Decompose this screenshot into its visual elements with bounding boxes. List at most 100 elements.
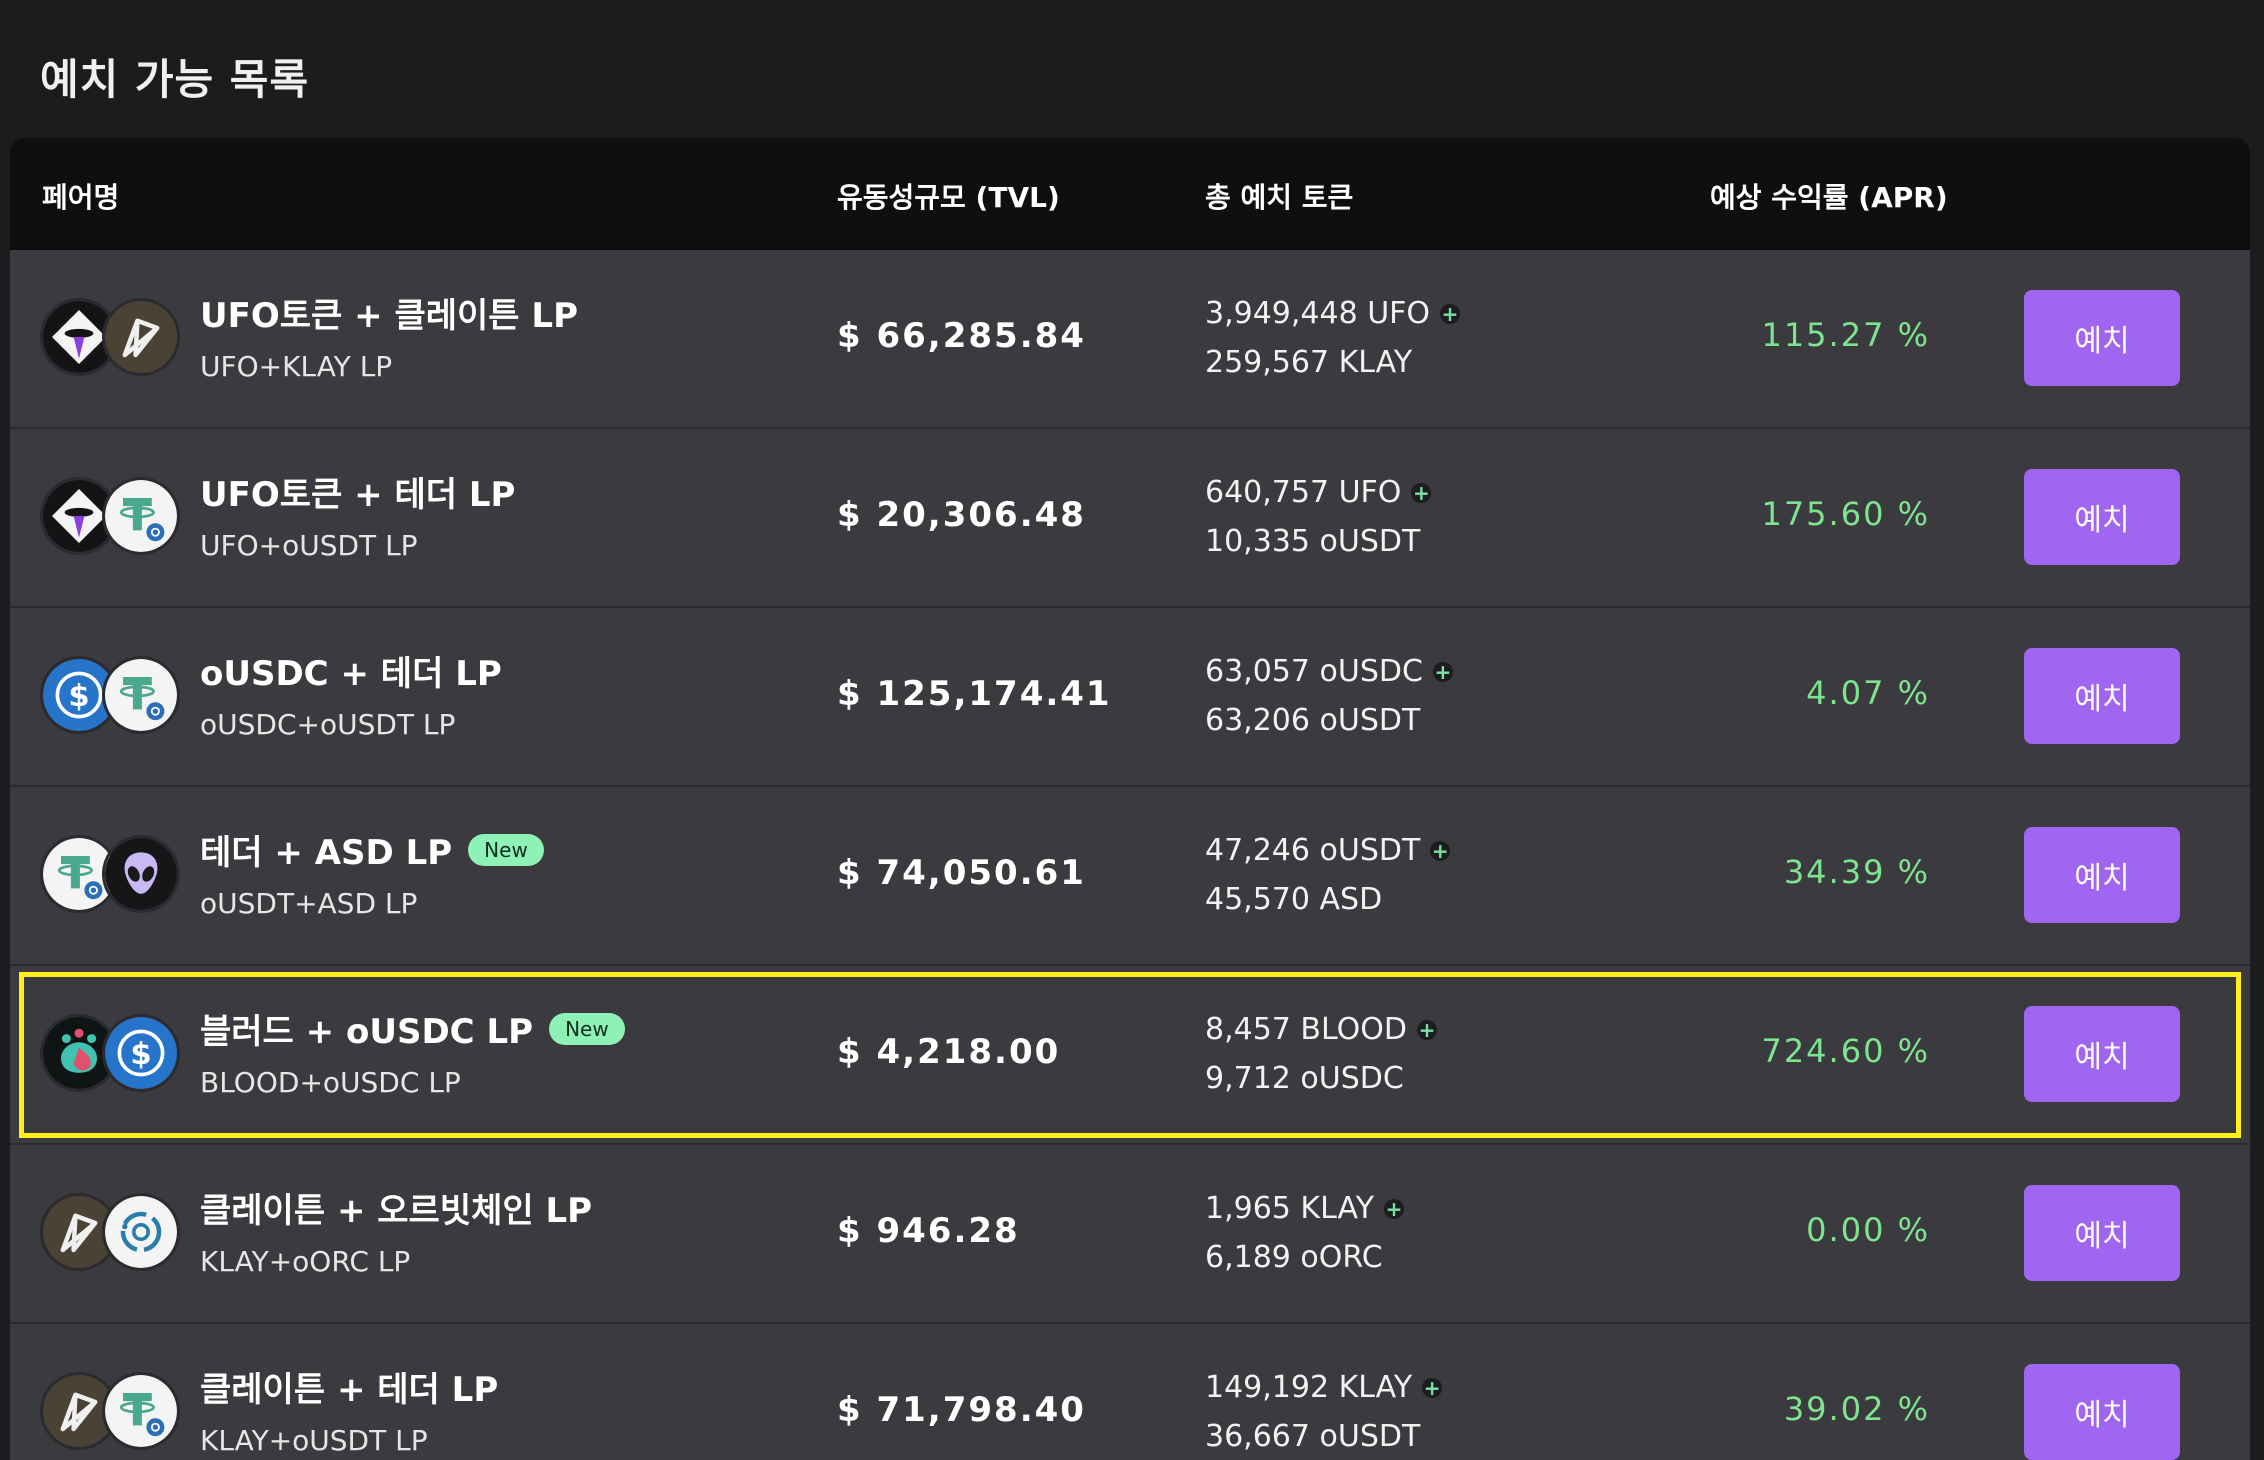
pair-icons [40, 298, 200, 380]
token-amount-1: 640,757 UFO + [1205, 475, 1432, 510]
page-title: 예치 가능 목록 [40, 55, 310, 104]
pair-name-label: 클레이튼 + 테더 LP [200, 1370, 499, 1410]
plus-icon[interactable]: + [1416, 1019, 1437, 1040]
asd-alien-icon [102, 835, 180, 913]
orbit-chain-icon [102, 1193, 180, 1271]
table-body: UFO토큰 + 클레이튼 LP UFO+KLAY LP $ 66,285.84 … [10, 250, 2250, 1460]
deposit-button[interactable]: 예치 [2024, 1185, 2180, 1281]
plus-icon[interactable]: + [1422, 1377, 1443, 1398]
pair-icons [40, 1372, 200, 1454]
table-row: UFO토큰 + 클레이튼 LP UFO+KLAY LP $ 66,285.84 … [10, 250, 2250, 429]
token-amount-1-label: 8,457 BLOOD [1205, 1012, 1407, 1047]
pair-name: 블러드 + oUSDC LP New [200, 1004, 625, 1053]
token-amount-2: 36,667 oUSDT [1205, 1419, 1421, 1454]
tvl-value: $ 946.28 [837, 1211, 1020, 1251]
table-row: 클레이튼 + 오르빗체인 LP KLAY+oORC LP $ 946.28 1,… [10, 1145, 2250, 1324]
token-amount-1-label: 640,757 UFO [1205, 475, 1402, 510]
token-amount-1-label: 3,949,448 UFO [1205, 296, 1431, 331]
pair-name-label: oUSDC + 테더 LP [200, 654, 502, 694]
token-amount-2: 259,567 KLAY [1205, 345, 1413, 380]
pair-icons: $ [40, 656, 200, 738]
pair-icons [40, 835, 200, 917]
usdc-token-icon: $ [102, 1014, 180, 1092]
plus-icon[interactable]: + [1432, 661, 1453, 682]
new-badge: New [549, 1012, 625, 1045]
table-row: 클레이튼 + 테더 LP KLAY+oUSDT LP $ 71,798.40 1… [10, 1324, 2250, 1460]
deposit-button[interactable]: 예치 [2024, 648, 2180, 744]
pool-table: 페어명 유동성규모 (TVL) 총 예치 토큰 예상 수익률 (APR) UFO… [10, 138, 2250, 1460]
apr-value: 4.07 % [1806, 674, 1930, 712]
pair-symbol: KLAY+oORC LP [200, 1245, 411, 1278]
token-amount-1-label: 63,057 oUSDC [1205, 654, 1423, 689]
pair-name: UFO토큰 + 클레이튼 LP [200, 288, 578, 337]
klay-token-icon [102, 298, 180, 376]
plus-icon[interactable]: + [1430, 840, 1451, 861]
tether-token-icon [102, 477, 180, 555]
token-amount-1: 63,057 oUSDC + [1205, 654, 1453, 689]
pair-symbol: oUSDC+oUSDT LP [200, 708, 456, 741]
page: 예치 가능 목록 페어명 유동성규모 (TVL) 총 예치 토큰 예상 수익률 … [0, 0, 2264, 1460]
pair-icons [40, 1193, 200, 1275]
header-tvl: 유동성규모 (TVL) [837, 181, 1060, 214]
header-apr: 예상 수익률 (APR) [1710, 181, 1948, 214]
new-badge: New [468, 833, 544, 866]
token-amount-1-label: 1,965 KLAY [1205, 1191, 1375, 1226]
tvl-value: $ 66,285.84 [837, 316, 1086, 356]
deposit-button[interactable]: 예치 [2024, 469, 2180, 565]
table-row: $ 블러드 + oUSDC LP New BLOOD+oUSDC LP $ 4,… [10, 966, 2250, 1145]
plus-icon[interactable]: + [1411, 482, 1432, 503]
pair-symbol: KLAY+oUSDT LP [200, 1424, 428, 1457]
header-pair: 페어명 [42, 181, 120, 214]
token-amount-2: 9,712 oUSDC [1205, 1061, 1404, 1096]
token-amount-1: 47,246 oUSDT + [1205, 833, 1451, 868]
pair-symbol: UFO+oUSDT LP [200, 529, 418, 562]
apr-value: 724.60 % [1761, 1032, 1930, 1070]
svg-text:$: $ [130, 1037, 151, 1072]
header-total-tokens: 총 예치 토큰 [1205, 181, 1354, 214]
pair-name: UFO토큰 + 테더 LP [200, 467, 515, 516]
deposit-button[interactable]: 예치 [2024, 1364, 2180, 1460]
token-amount-1-label: 47,246 oUSDT [1205, 833, 1421, 868]
tvl-value: $ 74,050.61 [837, 853, 1086, 893]
token-amount-1: 149,192 KLAY + [1205, 1370, 1443, 1405]
tvl-value: $ 20,306.48 [837, 495, 1086, 535]
plus-icon[interactable]: + [1384, 1198, 1405, 1219]
pair-name: oUSDC + 테더 LP [200, 646, 502, 695]
pair-name-label: 테더 + ASD LP [200, 833, 453, 873]
token-amount-1-label: 149,192 KLAY [1205, 1370, 1413, 1405]
tether-token-icon [102, 1372, 180, 1450]
pair-symbol: UFO+KLAY LP [200, 350, 393, 383]
apr-value: 0.00 % [1806, 1211, 1930, 1249]
table-header: 페어명 유동성규모 (TVL) 총 예치 토큰 예상 수익률 (APR) [10, 138, 2250, 250]
tvl-value: $ 4,218.00 [837, 1032, 1061, 1072]
apr-value: 34.39 % [1783, 853, 1930, 891]
pair-name-label: UFO토큰 + 테더 LP [200, 475, 516, 515]
pair-name-label: 블러드 + oUSDC LP [200, 1012, 534, 1052]
pair-icons [40, 477, 200, 559]
token-amount-2: 63,206 oUSDT [1205, 703, 1421, 738]
token-amount-1: 1,965 KLAY + [1205, 1191, 1405, 1226]
tvl-value: $ 125,174.41 [837, 674, 1112, 714]
deposit-button[interactable]: 예치 [2024, 1006, 2180, 1102]
tvl-value: $ 71,798.40 [837, 1390, 1086, 1430]
apr-value: 39.02 % [1783, 1390, 1930, 1428]
svg-text:$: $ [68, 679, 89, 714]
deposit-button[interactable]: 예치 [2024, 827, 2180, 923]
pair-symbol: oUSDT+ASD LP [200, 887, 418, 920]
table-row: UFO토큰 + 테더 LP UFO+oUSDT LP $ 20,306.48 6… [10, 429, 2250, 608]
deposit-button[interactable]: 예치 [2024, 290, 2180, 386]
token-amount-2: 10,335 oUSDT [1205, 524, 1421, 559]
token-amount-2: 6,189 oORC [1205, 1240, 1383, 1275]
token-amount-1: 3,949,448 UFO + [1205, 296, 1461, 331]
table-row: 테더 + ASD LP New oUSDT+ASD LP $ 74,050.61… [10, 787, 2250, 966]
plus-icon[interactable]: + [1440, 303, 1461, 324]
pair-name: 테더 + ASD LP New [200, 825, 544, 874]
token-amount-2: 45,570 ASD [1205, 882, 1383, 917]
apr-value: 115.27 % [1761, 316, 1930, 354]
tether-token-icon [102, 656, 180, 734]
pair-icons: $ [40, 1014, 200, 1096]
pair-name-label: UFO토큰 + 클레이튼 LP [200, 296, 578, 336]
pair-name-label: 클레이튼 + 오르빗체인 LP [200, 1191, 593, 1231]
table-row: $ oUSDC + 테더 LP oUSDC+oUSDT LP $ 125,174… [10, 608, 2250, 787]
pair-name: 클레이튼 + 테더 LP [200, 1362, 498, 1411]
